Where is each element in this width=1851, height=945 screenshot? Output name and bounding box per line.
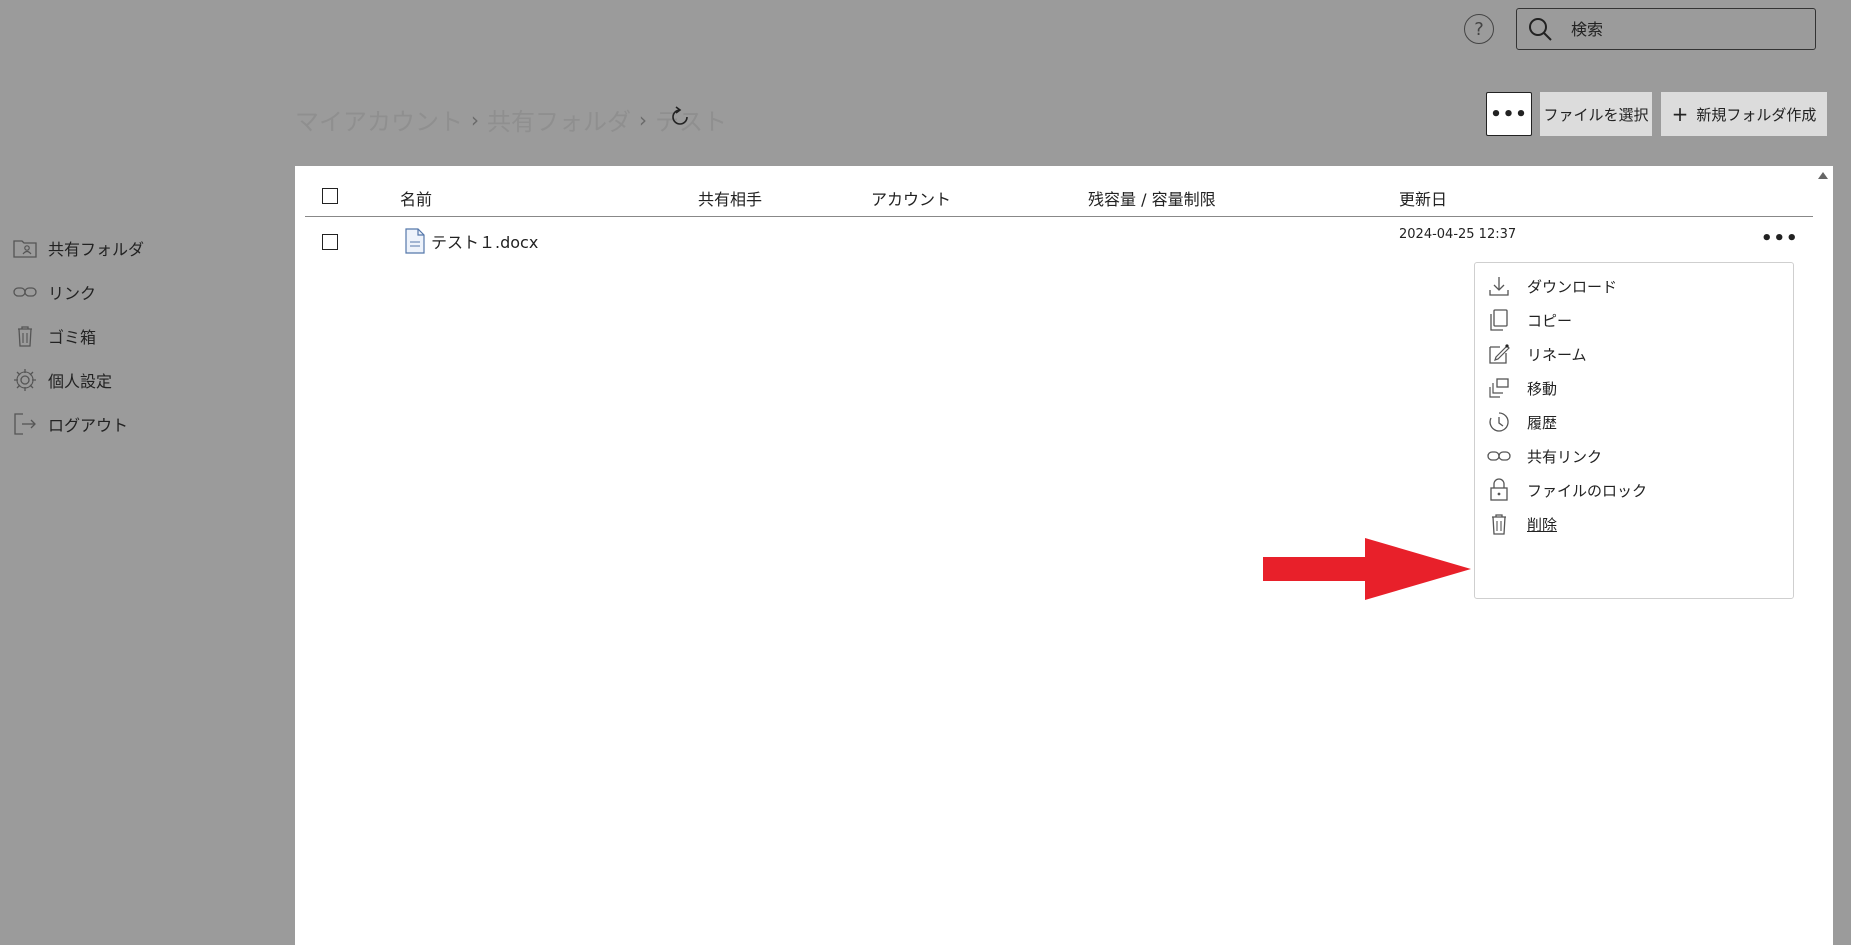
menu-item-delete[interactable]: 削除: [1475, 507, 1795, 541]
sidebar-item-settings[interactable]: 個人設定: [12, 366, 112, 394]
menu-item-label: コピー: [1527, 311, 1573, 330]
menu-item-rename[interactable]: リネーム: [1475, 337, 1795, 371]
sidebar-item-link[interactable]: リンク: [12, 278, 96, 306]
column-header-quota[interactable]: 残容量 / 容量制限: [1088, 186, 1216, 210]
question-circle-icon[interactable]: ?: [1464, 14, 1494, 44]
refresh-icon[interactable]: [665, 102, 695, 132]
table-row[interactable]: テスト１.docx 2024-04-25 12:37 •••: [295, 218, 1813, 264]
menu-item-copy[interactable]: コピー: [1475, 303, 1795, 337]
more-actions-button[interactable]: •••: [1486, 92, 1532, 136]
menu-item-label: リネーム: [1527, 345, 1587, 364]
column-header-updated[interactable]: 更新日: [1399, 186, 1447, 210]
gear-icon: [12, 367, 38, 393]
select-all-checkbox[interactable]: [322, 188, 338, 204]
sidebar-item-label: ゴミ箱: [48, 328, 97, 347]
menu-item-label: 削除: [1527, 515, 1558, 534]
column-header-shared-with[interactable]: 共有相手: [698, 186, 762, 210]
word-document-icon: [405, 228, 425, 258]
menu-item-lock[interactable]: ファイルのロック: [1475, 473, 1795, 507]
context-menu: ダウンロード コピー リネーム 移動 履歴 共有リンク ファイルのロック 削除: [1474, 262, 1794, 599]
search-input[interactable]: [1571, 19, 1791, 39]
breadcrumb-item-my-account[interactable]: マイアカウント: [295, 102, 463, 137]
search-icon: [1529, 18, 1552, 41]
menu-item-label: 履歴: [1527, 413, 1558, 432]
sidebar-item-logout[interactable]: ログアウト: [12, 410, 128, 438]
new-folder-button[interactable]: + 新規フォルダ作成: [1661, 92, 1827, 136]
select-file-button[interactable]: ファイルを選択: [1540, 92, 1652, 136]
trash-icon: [1487, 512, 1511, 536]
history-icon: [1487, 410, 1511, 434]
sidebar-item-label: リンク: [48, 284, 97, 303]
move-icon: [1487, 376, 1511, 400]
row-checkbox[interactable]: [322, 234, 338, 250]
menu-item-label: 共有リンク: [1527, 447, 1603, 466]
scroll-up-arrow-icon[interactable]: [1818, 172, 1828, 179]
menu-item-move[interactable]: 移動: [1475, 371, 1795, 405]
copy-icon: [1487, 308, 1511, 332]
plus-icon: +: [1671, 102, 1689, 126]
scrollbar[interactable]: [1813, 166, 1833, 945]
sidebar-item-shared-folder[interactable]: 共有フォルダ: [12, 234, 144, 262]
breadcrumb-separator: ›: [639, 107, 647, 132]
menu-item-download[interactable]: ダウンロード: [1475, 269, 1795, 303]
menu-item-share-link[interactable]: 共有リンク: [1475, 439, 1795, 473]
column-header-account[interactable]: アカウント: [871, 186, 951, 210]
sidebar-item-trash[interactable]: ゴミ箱: [12, 322, 96, 350]
row-more-actions-button[interactable]: •••: [1761, 228, 1799, 249]
lock-icon: [1487, 478, 1511, 502]
breadcrumb-item-shared-folder[interactable]: 共有フォルダ: [487, 102, 631, 137]
logout-icon: [12, 411, 38, 437]
menu-item-label: ダウンロード: [1527, 277, 1618, 296]
file-name[interactable]: テスト１.docx: [431, 229, 538, 253]
annotation-arrow-icon: [1263, 538, 1471, 600]
sidebar-item-label: 個人設定: [48, 372, 113, 391]
menu-item-label: ファイルのロック: [1527, 481, 1648, 500]
rename-icon: [1487, 342, 1511, 366]
breadcrumb-separator: ›: [471, 107, 479, 132]
menu-item-label: 移動: [1527, 379, 1558, 398]
file-updated-date: 2024-04-25 12:37: [1399, 227, 1517, 242]
new-folder-label: 新規フォルダ作成: [1696, 105, 1817, 124]
sidebar: 共有フォルダ リンク ゴミ箱 個人設定 ログアウト: [0, 62, 267, 945]
link-icon: [12, 279, 38, 305]
breadcrumb: マイアカウント › 共有フォルダ › テスト: [295, 102, 727, 137]
shared-folder-icon: [12, 235, 38, 261]
top-bar: ?: [0, 0, 1851, 62]
column-header-name[interactable]: 名前: [400, 186, 432, 210]
header-divider: [305, 216, 1813, 217]
sidebar-item-label: 共有フォルダ: [48, 240, 145, 259]
sidebar-item-label: ログアウト: [48, 416, 129, 435]
menu-item-history[interactable]: 履歴: [1475, 405, 1795, 439]
trash-icon: [12, 323, 38, 349]
search-box[interactable]: [1516, 8, 1816, 50]
download-icon: [1487, 274, 1511, 298]
link-icon: [1487, 444, 1511, 468]
